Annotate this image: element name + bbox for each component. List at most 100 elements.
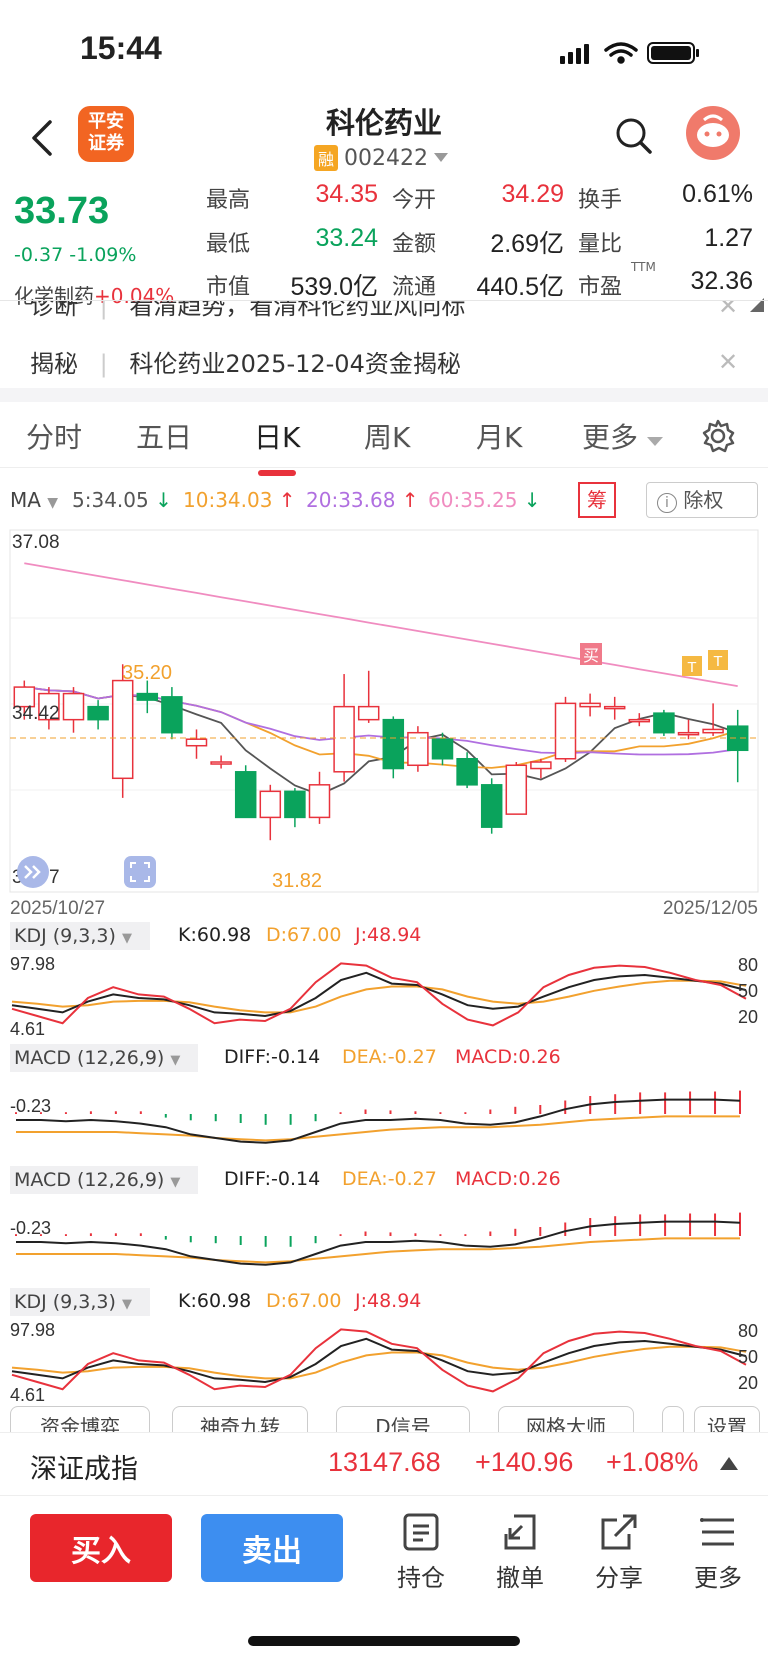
sell-button[interactable]: 卖出 bbox=[201, 1514, 343, 1582]
macd-dea: DEA:-0.27 bbox=[342, 1168, 437, 1190]
news-text: 科伦药业2025-12-04资金揭秘 bbox=[129, 350, 461, 378]
tab-intraday[interactable]: 分时 bbox=[26, 416, 82, 456]
y-mid-label: 34.42 bbox=[12, 703, 60, 724]
candle-body bbox=[161, 696, 183, 734]
quote-value: 32.36 bbox=[690, 267, 753, 295]
buy-tag: 买 bbox=[580, 643, 602, 665]
last-price: 33.73 bbox=[14, 190, 110, 232]
ma10-value: 10:34.03 ↑ bbox=[183, 488, 296, 512]
quote-label: 市盈 bbox=[578, 275, 623, 300]
battery-icon bbox=[647, 42, 699, 64]
macd-selector[interactable]: MACD (12,26,9) ▼ bbox=[10, 1044, 198, 1072]
cancel-order-icon bbox=[504, 1514, 536, 1550]
kdj-panel[interactable]: KDJ (9,3,3) ▼ K:60.98 D:67.00 J:48.94 97… bbox=[0, 920, 768, 1040]
candle-body bbox=[480, 784, 503, 828]
price-change-pct: -1.09% bbox=[69, 244, 137, 266]
kdj-k: K:60.98 bbox=[178, 1290, 252, 1312]
quote-value: 33.24 bbox=[315, 224, 378, 252]
kdj-k-line bbox=[11, 971, 747, 1018]
candle-body bbox=[702, 728, 724, 734]
positions-label: 持仓 bbox=[397, 1564, 445, 1592]
chip-distribution-button[interactable]: 筹 bbox=[578, 482, 616, 518]
adjust-rights-label: 除权 bbox=[683, 488, 724, 512]
tab-daily-k[interactable]: 日K bbox=[254, 416, 300, 476]
candle-body bbox=[554, 702, 577, 760]
candle-body bbox=[234, 771, 257, 819]
share-icon bbox=[601, 1514, 637, 1550]
kdj-ref-20: 20 bbox=[738, 1373, 758, 1393]
kdj-j: J:48.94 bbox=[355, 1290, 422, 1312]
news-item[interactable]: 揭秘 | 科伦药业2025-12-04资金揭秘 bbox=[30, 344, 730, 379]
kdj-j-line bbox=[11, 1328, 747, 1393]
more-button[interactable]: 更多 bbox=[683, 1512, 753, 1593]
macd-value: MACD:0.26 bbox=[455, 1046, 561, 1068]
tab-five-day[interactable]: 五日 bbox=[136, 416, 192, 456]
stock-code-row[interactable]: 融 002422 bbox=[314, 144, 454, 172]
macd-panel[interactable]: MACD (12,26,9) ▼ DIFF:-0.14 DEA:-0.27 MA… bbox=[0, 1042, 768, 1162]
candle-body bbox=[505, 764, 528, 815]
ma-selector[interactable]: MA ▼ bbox=[10, 488, 58, 512]
quote-value: 34.35 bbox=[315, 180, 378, 208]
t-tag-label: T bbox=[687, 659, 696, 676]
candle bbox=[653, 709, 675, 736]
fullscreen-icon bbox=[124, 856, 156, 888]
positions-button[interactable]: 持仓 bbox=[386, 1512, 456, 1593]
price-change-row: -0.37 -1.09% bbox=[14, 244, 136, 266]
buy-button[interactable]: 买入 bbox=[30, 1514, 172, 1582]
candle-body bbox=[431, 738, 454, 760]
kdj-panel[interactable]: KDJ (9,3,3) ▼ K:60.98 D:67.00 J:48.94 97… bbox=[0, 1286, 768, 1406]
kdj-ref-80: 80 bbox=[738, 1321, 758, 1341]
candle bbox=[111, 664, 134, 798]
arrow-down-icon: ↓ bbox=[517, 488, 541, 512]
news-tag: 揭秘 bbox=[30, 350, 78, 378]
index-bar[interactable]: 深证成指 13147.68 +140.96 +1.08% bbox=[0, 1432, 768, 1496]
candle bbox=[505, 762, 528, 815]
quote-label: 换手 bbox=[578, 188, 623, 213]
quote-label: 市值 bbox=[206, 275, 251, 300]
chat-bot-icon bbox=[697, 114, 729, 147]
adjust-rights-button[interactable]: i 除权 bbox=[646, 482, 758, 518]
kdj-k: K:60.98 bbox=[178, 924, 252, 946]
cancel-order-button[interactable]: 撤单 bbox=[485, 1512, 555, 1593]
candle-body bbox=[603, 705, 626, 710]
chart-nav-icon bbox=[17, 856, 49, 888]
candle-body bbox=[87, 705, 109, 721]
kdj-selector[interactable]: KDJ (9,3,3) ▼ bbox=[10, 1288, 150, 1316]
news-item[interactable]: 诊断 | 看清趋势，看清科伦药业风向标 bbox=[30, 300, 730, 321]
candle-body bbox=[628, 718, 651, 723]
quote-value: 440.5亿 bbox=[476, 273, 564, 301]
x-end-label: 2025/12/05 bbox=[663, 898, 758, 918]
macd-chart: -0.23 bbox=[10, 1090, 741, 1144]
settings-gear-icon[interactable] bbox=[700, 418, 736, 454]
kdj-selector[interactable]: KDJ (9,3,3) ▼ bbox=[10, 922, 150, 950]
macd-diff-line bbox=[16, 1220, 741, 1266]
close-icon[interactable]: ✕ bbox=[718, 300, 738, 320]
search-icon[interactable] bbox=[614, 116, 654, 156]
macd-selector[interactable]: MACD (12,26,9) ▼ bbox=[10, 1166, 198, 1194]
y-max-label: 37.08 bbox=[12, 532, 60, 553]
tab-weekly-k[interactable]: 周K bbox=[364, 416, 410, 456]
close-icon[interactable]: ✕ bbox=[718, 348, 738, 376]
assistant-avatar[interactable] bbox=[686, 106, 740, 160]
tab-monthly-k[interactable]: 月K bbox=[476, 416, 522, 456]
positions-icon bbox=[403, 1513, 439, 1551]
candle-body bbox=[357, 705, 380, 721]
kdj-chart: 97.98 4.61 80 50 20 bbox=[10, 954, 758, 1039]
arrow-up-icon: ↑ bbox=[395, 488, 419, 512]
share-button[interactable]: 分享 bbox=[584, 1512, 654, 1593]
ma-label: MA bbox=[10, 488, 41, 512]
quote-value: 1.27 bbox=[704, 224, 753, 252]
macd-panel[interactable]: MACD (12,26,9) ▼ DIFF:-0.14 DEA:-0.27 MA… bbox=[0, 1164, 768, 1284]
x-start-label: 2025/10/27 bbox=[10, 898, 105, 918]
macd-value: MACD:0.26 bbox=[455, 1168, 561, 1190]
ma5-value: 5:34.05 ↓ bbox=[72, 488, 172, 512]
candle-body bbox=[62, 692, 85, 721]
kline-chart[interactable]: 37.08 34.42 31.77 35.20 31.82 买 T T 2025… bbox=[0, 528, 768, 918]
home-indicator bbox=[248, 1636, 520, 1646]
news-text: 看清趋势，看清科伦药业风向标 bbox=[129, 300, 466, 320]
margin-badge: 融 bbox=[314, 145, 339, 171]
quote-value: 0.61% bbox=[682, 180, 753, 208]
tab-more[interactable]: 更多 bbox=[582, 416, 663, 456]
quote-label: 量比 bbox=[578, 232, 623, 257]
pe-ttm-label: TTM bbox=[631, 260, 656, 274]
